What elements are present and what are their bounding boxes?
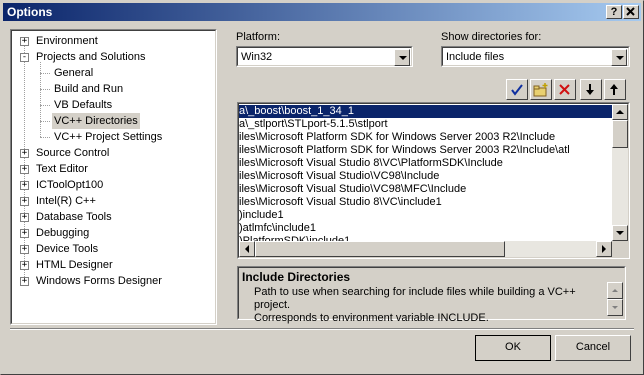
directory-list[interactable]: a\_boost\boost_1_34_1 a\_stlport\STLport-… bbox=[237, 102, 630, 259]
tree-item-label: Text Editor bbox=[36, 163, 88, 175]
scroll-up-button[interactable] bbox=[612, 104, 628, 120]
arrow-up-icon bbox=[616, 110, 624, 114]
expand-icon[interactable]: + bbox=[20, 197, 29, 206]
delete-icon bbox=[559, 84, 570, 95]
check-icon bbox=[511, 84, 523, 96]
chevron-down-icon bbox=[616, 56, 624, 60]
show-directories-label: Show directories for: bbox=[441, 31, 542, 43]
arrow-left-icon bbox=[245, 245, 249, 253]
show-directories-value: Include files bbox=[446, 51, 505, 63]
tree-connector bbox=[40, 89, 50, 90]
arrow-down-icon bbox=[616, 231, 624, 235]
description-panel: Include Directories Path to use when sea… bbox=[237, 266, 626, 324]
scroll-down-button[interactable] bbox=[612, 225, 628, 241]
description-scroll-up[interactable] bbox=[607, 282, 623, 299]
chevron-down-icon bbox=[399, 56, 407, 60]
apply-button[interactable] bbox=[506, 79, 528, 100]
move-up-button[interactable] bbox=[604, 79, 626, 100]
show-directories-dropdown[interactable]: Include files bbox=[441, 46, 630, 67]
cancel-label: Cancel bbox=[575, 341, 611, 353]
directory-row[interactable]: a\_stlport\STLport-5.1.5\stlport bbox=[239, 118, 612, 131]
tree-connector bbox=[40, 137, 50, 138]
tree-connector bbox=[40, 73, 50, 74]
options-dialog: Options ? + Environment - Projects and Solu… bbox=[0, 0, 644, 375]
horizontal-scrollbar[interactable] bbox=[239, 241, 612, 257]
tree-item-label: Database Tools bbox=[36, 211, 112, 223]
move-up-icon bbox=[610, 84, 618, 95]
tree-item-label: Projects and Solutions bbox=[36, 51, 146, 63]
platform-value: Win32 bbox=[241, 51, 273, 63]
scroll-right-button[interactable] bbox=[596, 241, 612, 257]
expand-icon[interactable]: + bbox=[20, 37, 29, 46]
expand-icon[interactable]: + bbox=[20, 165, 29, 174]
tree-item-label: ICToolOpt100 bbox=[36, 179, 104, 191]
tree-item-label: VC++ Directories bbox=[52, 113, 140, 129]
help-button[interactable]: ? bbox=[606, 5, 622, 19]
directory-row[interactable]: iles\Microsoft Platform SDK for Windows … bbox=[239, 144, 612, 157]
directory-row[interactable]: iles\Microsoft Visual Studio\VC98\Includ… bbox=[239, 170, 612, 183]
expand-icon[interactable]: + bbox=[20, 149, 29, 158]
tree-item-label: Environment bbox=[36, 35, 98, 47]
ok-label: OK bbox=[505, 341, 521, 353]
vertical-scroll-thumb[interactable] bbox=[612, 120, 628, 148]
expand-icon[interactable]: + bbox=[20, 213, 29, 222]
directory-row[interactable]: iles\Microsoft Platform SDK for Windows … bbox=[239, 131, 612, 144]
directory-row[interactable]: a\_boost\boost_1_34_1 bbox=[239, 105, 612, 118]
title-bar[interactable]: Options ? bbox=[3, 3, 641, 21]
scroll-left-button[interactable] bbox=[239, 241, 255, 257]
close-button[interactable] bbox=[623, 5, 639, 19]
platform-dropdown[interactable]: Win32 bbox=[236, 46, 413, 67]
tree-item-label: VB Defaults bbox=[54, 99, 113, 111]
platform-label: Platform: bbox=[236, 31, 281, 43]
directory-row[interactable]: iles\Microsoft Visual Studio 8\VC\Platfo… bbox=[239, 157, 612, 170]
ok-button[interactable]: OK bbox=[475, 335, 551, 361]
directory-row[interactable]: iles\Microsoft Visual Studio\VC98\MFC\In… bbox=[239, 183, 612, 196]
options-tree[interactable]: + Environment - Projects and Solutions Gener… bbox=[10, 29, 217, 325]
directory-row[interactable]: )include1 bbox=[239, 209, 612, 222]
tree-item-label: HTML Designer bbox=[36, 259, 113, 271]
description-text: Path to use when searching for include f… bbox=[254, 286, 609, 325]
description-scroll-down[interactable] bbox=[607, 299, 623, 316]
tree-connector bbox=[40, 105, 50, 106]
expand-icon[interactable]: + bbox=[20, 229, 29, 238]
scroll-corner bbox=[612, 241, 628, 257]
vertical-scrollbar[interactable] bbox=[612, 104, 628, 241]
arrow-up-icon bbox=[612, 289, 618, 292]
tree-item-label: Build and Run bbox=[54, 83, 124, 95]
description-line-2: Corresponds to environment variable INCL… bbox=[254, 312, 489, 324]
tree-item-label: Intel(R) C++ bbox=[36, 195, 96, 207]
platform-dropdown-button[interactable] bbox=[394, 49, 410, 66]
directory-row[interactable]: )atlmfc\include1 bbox=[239, 222, 612, 235]
window-title: Options bbox=[7, 5, 53, 19]
arrow-right-icon bbox=[602, 245, 606, 253]
tree-item-label: Debugging bbox=[36, 227, 90, 239]
new-line-button[interactable] bbox=[530, 79, 552, 100]
close-icon bbox=[626, 7, 635, 16]
arrow-down-icon bbox=[612, 306, 618, 309]
move-down-button[interactable] bbox=[580, 79, 602, 100]
show-directories-dropdown-button[interactable] bbox=[611, 49, 627, 66]
tree-connector bbox=[40, 62, 41, 137]
move-down-icon bbox=[586, 84, 594, 95]
cancel-button[interactable]: Cancel bbox=[555, 335, 631, 361]
tree-item-label: Device Tools bbox=[36, 243, 99, 255]
description-scrollbar[interactable] bbox=[607, 282, 623, 316]
expand-icon[interactable]: + bbox=[20, 245, 29, 254]
horizontal-scroll-thumb[interactable] bbox=[255, 241, 505, 257]
tree-item-label: Windows Forms Designer bbox=[36, 275, 162, 287]
collapse-icon[interactable]: - bbox=[20, 53, 29, 62]
separator bbox=[10, 328, 634, 330]
description-title: Include Directories bbox=[242, 270, 351, 284]
tree-connector bbox=[40, 121, 50, 122]
new-folder-icon bbox=[533, 83, 548, 97]
tree-item-label: Source Control bbox=[36, 147, 110, 159]
description-line-1: Path to use when searching for include f… bbox=[254, 286, 576, 311]
expand-icon[interactable]: + bbox=[20, 181, 29, 190]
tree-item-label: VC++ Project Settings bbox=[54, 131, 163, 143]
expand-icon[interactable]: + bbox=[20, 277, 29, 286]
directory-row[interactable]: iles\Microsoft Visual Studio 8\VC\includ… bbox=[239, 196, 612, 209]
delete-button[interactable] bbox=[554, 79, 576, 100]
tree-item-label: General bbox=[54, 67, 94, 79]
expand-icon[interactable]: + bbox=[20, 261, 29, 270]
